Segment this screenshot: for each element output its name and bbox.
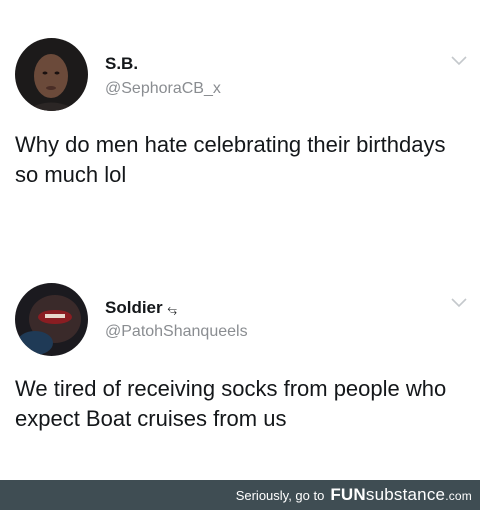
brand-fun: FUN xyxy=(330,485,366,504)
user-handle[interactable]: @PatohShanqueels xyxy=(105,323,248,341)
chevron-down-icon[interactable] xyxy=(450,54,468,66)
brand-dotcom: .com xyxy=(445,489,472,503)
brand-substance: substance xyxy=(365,485,446,504)
display-name-text: Soldier xyxy=(105,298,163,317)
watermark-bar: Seriously, go to FUNsubstance.com xyxy=(0,480,480,510)
display-name[interactable]: S.B. xyxy=(105,54,138,74)
tweet-text: We tired of receiving socks from people … xyxy=(15,376,447,431)
watermark-text: Seriously, go to xyxy=(235,487,325,503)
name-badge-icon: ⥃ xyxy=(167,302,177,316)
user-handle[interactable]: @SephoraCB_x xyxy=(105,80,221,98)
avatar[interactable] xyxy=(15,283,88,356)
display-name[interactable]: Soldier ⥃ xyxy=(105,298,177,318)
avatar[interactable] xyxy=(15,38,88,111)
tweet-text: Why do men hate celebrating their birthd… xyxy=(15,132,446,187)
tweet-card: S.B. @SephoraCB_x Why do men hate celebr… xyxy=(0,0,480,270)
tweet-card: Soldier ⥃ @PatohShanqueels We tired of r… xyxy=(0,270,480,478)
chevron-down-icon[interactable] xyxy=(450,296,468,308)
brand-logo[interactable]: FUNsubstance.com xyxy=(330,485,472,505)
